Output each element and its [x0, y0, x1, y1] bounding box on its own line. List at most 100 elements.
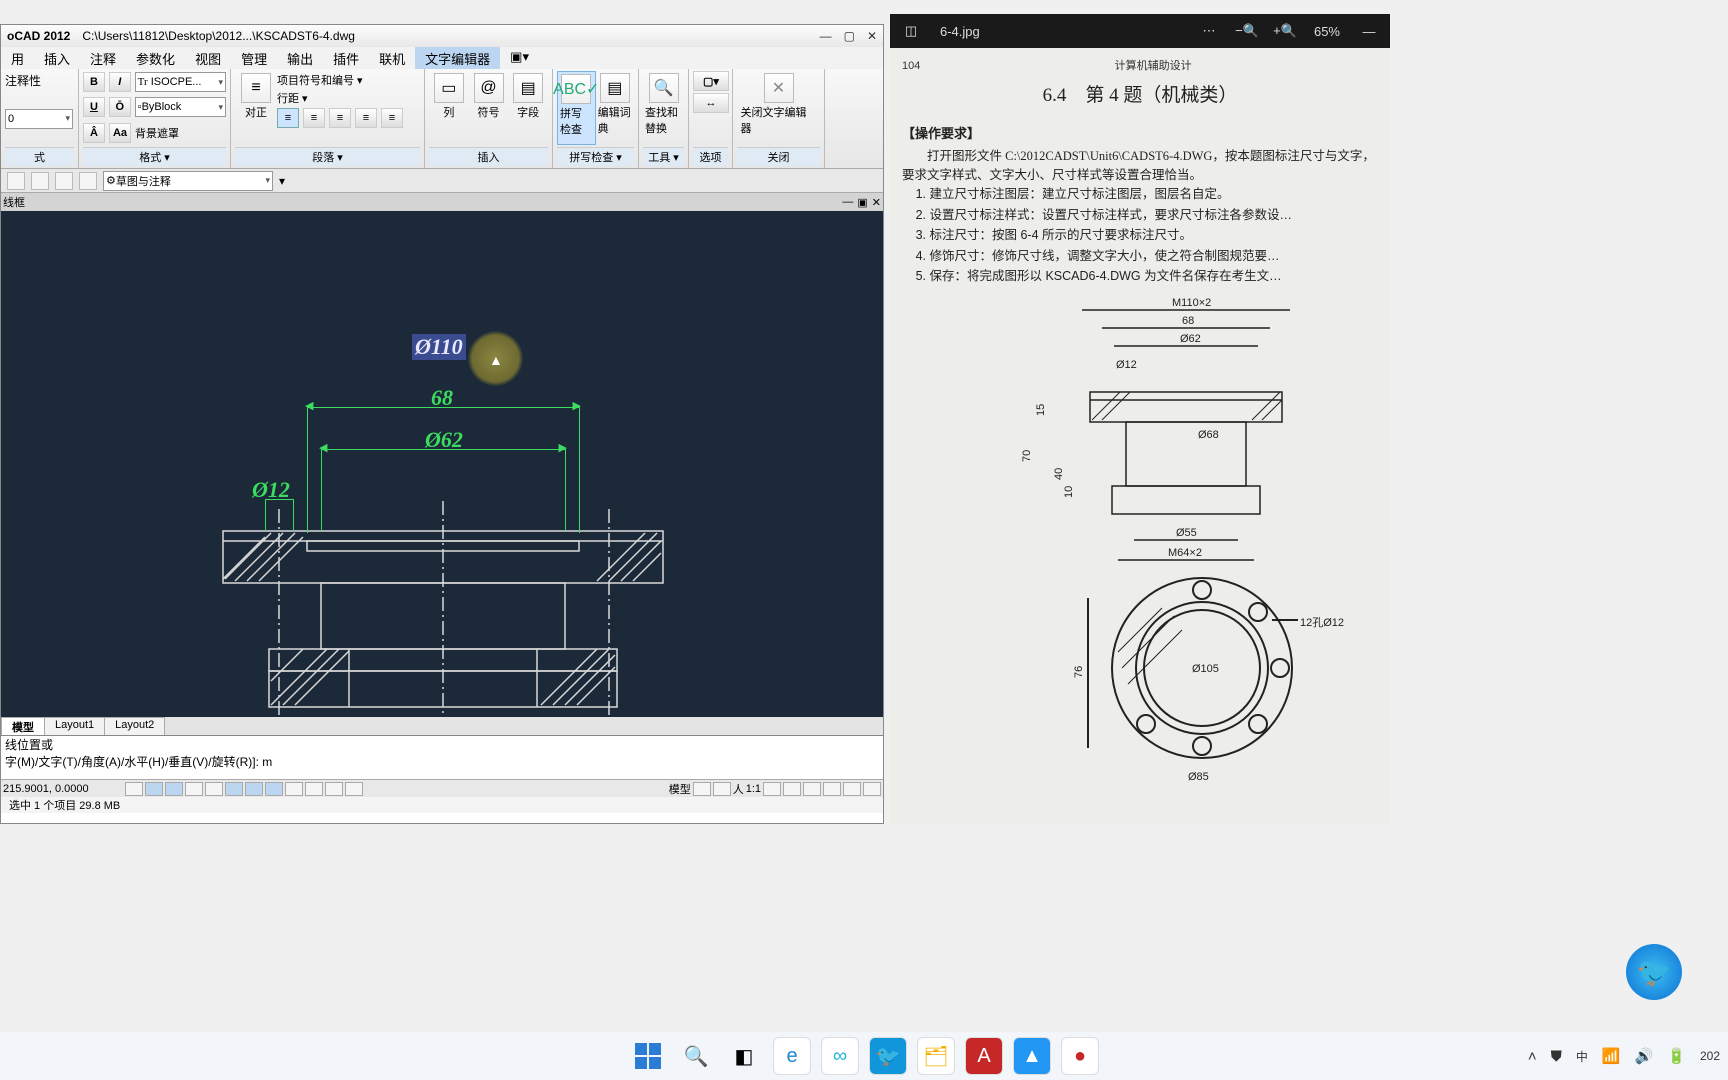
tab-model[interactable]: 模型	[1, 717, 45, 735]
security-icon[interactable]: ⛊	[1551, 1048, 1562, 1065]
status-icon[interactable]	[763, 782, 781, 796]
more-options-button[interactable]: ▢▾	[693, 71, 729, 91]
autocad-icon[interactable]: A	[965, 1037, 1003, 1075]
battery-icon[interactable]: 🔋	[1667, 1047, 1686, 1065]
superscript-button[interactable]: Â	[83, 123, 105, 143]
volume-icon[interactable]: 🔊	[1635, 1047, 1654, 1065]
close-button[interactable]: ✕	[867, 29, 877, 43]
menu-overflow[interactable]: ▣▾	[500, 47, 539, 69]
panel-spell-title[interactable]: 拼写检查 ▾	[557, 147, 634, 166]
drawing-canvas[interactable]: Ø110 ▲ 68 Ø62 Ø12	[1, 211, 883, 717]
ortho-toggle[interactable]	[165, 782, 183, 796]
start-button[interactable]	[629, 1037, 667, 1075]
app-icon[interactable]: ∞	[821, 1037, 859, 1075]
background-mask-button[interactable]: 背景遮罩	[135, 125, 179, 141]
zoom-out-icon[interactable]: −🔍	[1238, 22, 1256, 40]
menu-item[interactable]: 参数化	[126, 47, 185, 69]
spellcheck-button[interactable]: ABC✓拼写检查	[557, 71, 596, 145]
polar-toggle[interactable]	[185, 782, 203, 796]
sc-toggle[interactable]	[325, 782, 343, 796]
doc-close[interactable]: ✕	[872, 196, 881, 209]
clock[interactable]: 202	[1700, 1049, 1720, 1063]
close-text-editor-button[interactable]: ✕关闭文字编辑器	[739, 71, 819, 145]
otrack-toggle[interactable]	[225, 782, 243, 796]
menu-item[interactable]: 插入	[34, 47, 80, 69]
record-icon[interactable]: ●	[1061, 1037, 1099, 1075]
anno-scale[interactable]: 人	[733, 781, 744, 797]
ducs-toggle[interactable]	[245, 782, 263, 796]
linespacing-button[interactable]: 行距 ▾	[277, 90, 308, 106]
color-combo[interactable]: ▫ ByBlock	[135, 97, 226, 117]
text-edit-box[interactable]: Ø110	[412, 334, 466, 360]
xunlei-icon[interactable]: 🐦	[869, 1037, 907, 1075]
status-icon[interactable]	[783, 782, 801, 796]
tray-chevron-icon[interactable]: ˄	[1528, 1048, 1537, 1065]
dictionary-button[interactable]: ▤编辑词典	[596, 71, 634, 145]
photos-icon[interactable]: ▲	[1013, 1037, 1051, 1075]
osnap-toggle[interactable]	[205, 782, 223, 796]
print-icon[interactable]	[31, 172, 49, 190]
menu-item[interactable]: 联机	[369, 47, 415, 69]
explorer-icon[interactable]: 🗂	[917, 1037, 955, 1075]
doc-restore[interactable]: ▣	[857, 196, 867, 209]
undo-icon[interactable]	[55, 172, 73, 190]
case-button[interactable]: Aa	[109, 123, 131, 143]
status-icon[interactable]	[713, 782, 731, 796]
task-view-button[interactable]: ◧	[725, 1037, 763, 1075]
font-combo[interactable]: Tr ISOCPE...	[135, 72, 226, 92]
space-label[interactable]: 模型	[669, 781, 691, 797]
search-button[interactable]: 🔍	[677, 1037, 715, 1075]
command-line[interactable]: 线位置或 字(M)/文字(T)/角度(A)/水平(H)/垂直(V)/旋转(R)]…	[1, 735, 883, 779]
find-replace-button[interactable]: 🔍查找和替换	[643, 71, 684, 145]
snap-toggle[interactable]	[125, 782, 143, 796]
bullets-button[interactable]: 项目符号和编号 ▾	[277, 72, 363, 88]
ime-indicator[interactable]: 中	[1576, 1048, 1588, 1065]
menu-item[interactable]: 管理	[231, 47, 277, 69]
field-button[interactable]: ▤字段	[508, 71, 548, 145]
tb-toggle[interactable]	[345, 782, 363, 796]
underline-button[interactable]: U	[83, 97, 105, 117]
zoom-in-icon[interactable]: +🔍	[1276, 22, 1294, 40]
panel-format-title[interactable]: 格式 ▾	[83, 147, 226, 166]
tab-layout1[interactable]: Layout1	[44, 717, 105, 735]
edge-icon[interactable]: e	[773, 1037, 811, 1075]
align-right-button[interactable]: ≡	[329, 108, 351, 128]
more-icon[interactable]: ⋯	[1200, 22, 1218, 40]
workspace-combo[interactable]: ⚙ 草图与注释	[103, 171, 273, 191]
photo-content[interactable]: 104 计算机辅助设计 6.4 第 4 题（机械类） 【操作要求】 打开图形文件…	[890, 48, 1390, 824]
menu-item[interactable]: 用	[1, 47, 34, 69]
scale-combo[interactable]: 1:1	[746, 783, 761, 795]
panel-tools-title[interactable]: 工具 ▾	[643, 147, 684, 166]
dyn-toggle[interactable]	[265, 782, 283, 796]
align-left-button[interactable]: ≡	[277, 108, 299, 128]
italic-button[interactable]: I	[109, 72, 131, 92]
status-icon[interactable]	[693, 782, 711, 796]
wifi-icon[interactable]: 📶	[1602, 1047, 1621, 1065]
menu-item[interactable]: 插件	[323, 47, 369, 69]
align-distribute-button[interactable]: ≡	[381, 108, 403, 128]
gallery-icon[interactable]: ◫	[902, 22, 920, 40]
columns-button[interactable]: ▭列	[429, 71, 469, 145]
save-icon[interactable]	[7, 172, 25, 190]
menu-item[interactable]: 注释	[80, 47, 126, 69]
ruler-button[interactable]: ↔	[693, 93, 729, 113]
maximize-button[interactable]: ▢	[844, 29, 855, 43]
tab-layout2[interactable]: Layout2	[104, 717, 165, 735]
status-icon[interactable]	[843, 782, 861, 796]
minimize-button[interactable]: —	[820, 29, 832, 43]
align-justify-button[interactable]: ≡	[355, 108, 377, 128]
menu-item[interactable]: 视图	[185, 47, 231, 69]
redo-icon[interactable]	[79, 172, 97, 190]
qp-toggle[interactable]	[305, 782, 323, 796]
viewer-minimize[interactable]: —	[1360, 22, 1378, 40]
status-icon[interactable]	[863, 782, 881, 796]
status-icon[interactable]	[823, 782, 841, 796]
grid-toggle[interactable]	[145, 782, 163, 796]
text-height-combo[interactable]: 0	[5, 109, 73, 129]
doc-minimize[interactable]: —	[842, 196, 853, 209]
justify-button[interactable]: ≡对正	[235, 71, 277, 145]
overline-button[interactable]: Ō	[109, 97, 131, 117]
align-center-button[interactable]: ≡	[303, 108, 325, 128]
status-icon[interactable]	[803, 782, 821, 796]
qat-overflow[interactable]: ▾	[279, 174, 285, 188]
